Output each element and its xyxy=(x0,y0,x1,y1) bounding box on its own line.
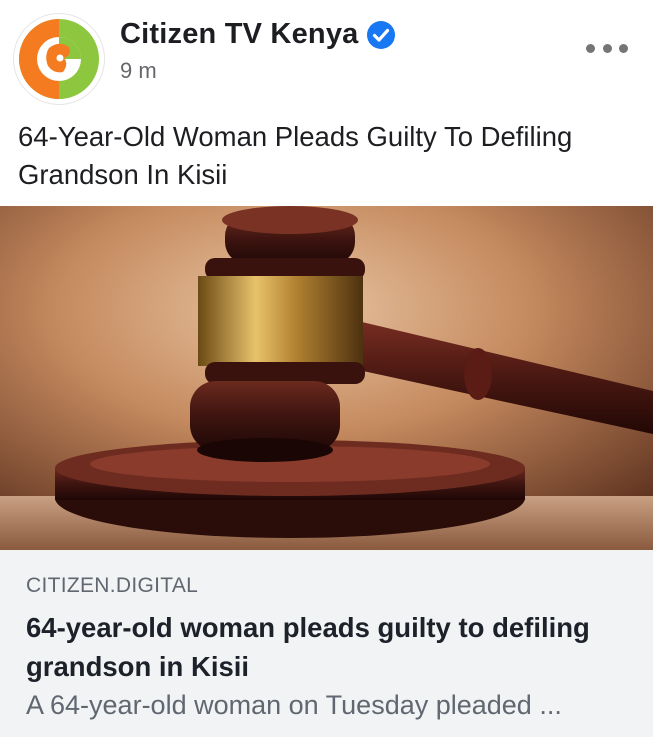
dot-icon xyxy=(586,43,595,53)
gavel-image-icon xyxy=(0,206,653,550)
page-name[interactable]: Citizen TV Kenya xyxy=(120,18,358,51)
citizen-tv-logo-icon xyxy=(14,14,104,104)
link-preview[interactable]: CITIZEN.DIGITAL 64-year-old woman pleads… xyxy=(0,550,653,737)
post-image[interactable] xyxy=(0,206,653,550)
dot-icon xyxy=(619,43,628,53)
dot-icon xyxy=(602,43,612,53)
link-title[interactable]: 64-year-old woman pleads guilty to defil… xyxy=(26,608,636,686)
post-text: 64-Year-Old Woman Pleads Guilty To Defil… xyxy=(18,121,573,190)
post-timestamp[interactable]: 9 m xyxy=(120,58,157,84)
post-header: Citizen TV Kenya 9 m xyxy=(0,0,653,112)
verified-badge-icon xyxy=(366,20,396,50)
page-avatar[interactable] xyxy=(14,14,104,104)
link-description: A 64-year-old woman on Tuesday pleaded .… xyxy=(26,690,562,720)
more-options-icon[interactable] xyxy=(586,36,628,60)
link-domain: CITIZEN.DIGITAL xyxy=(26,574,199,597)
